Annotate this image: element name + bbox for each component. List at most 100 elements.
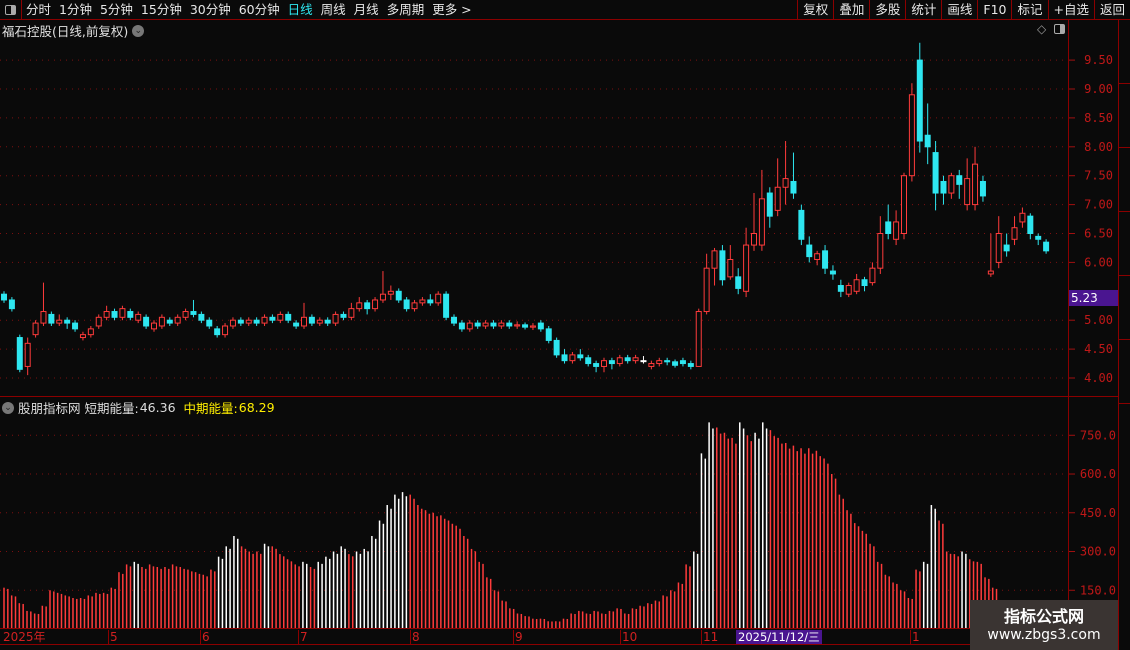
candle-body xyxy=(703,267,710,313)
candle-body xyxy=(766,192,773,217)
candle-body xyxy=(569,354,576,362)
candle-body xyxy=(48,313,55,324)
candle-body xyxy=(364,302,371,310)
axis-divider xyxy=(1068,20,1069,645)
candle-body xyxy=(466,322,473,330)
candle-body xyxy=(482,322,489,327)
price-axis-label: 6.00 xyxy=(1084,255,1113,269)
candle-body xyxy=(498,322,505,327)
candle-body xyxy=(419,299,426,304)
candle-body xyxy=(1,293,7,301)
cursor-date-label: 2025/11/12/三 xyxy=(736,630,822,644)
candle-body xyxy=(845,285,852,295)
candle-body xyxy=(987,270,994,275)
candle-body xyxy=(253,319,260,324)
indicator-axis-label: 450.0 xyxy=(1080,506,1116,520)
candle-body xyxy=(893,221,900,240)
candle-body xyxy=(8,299,15,310)
candle-body xyxy=(174,316,181,324)
candle-body xyxy=(585,357,592,365)
right-sidebar[interactable] xyxy=(1119,20,1130,650)
candle-body xyxy=(853,279,860,292)
candle-body xyxy=(679,360,686,365)
price-axis-label: 8.00 xyxy=(1084,140,1113,154)
mid-energy-label: 中期能量: xyxy=(183,401,238,416)
candle-body xyxy=(95,316,102,327)
indicator-axis-label: 750.0 xyxy=(1080,428,1116,442)
candle-body xyxy=(1027,215,1034,235)
candle-body xyxy=(727,259,734,278)
candle-body xyxy=(814,253,821,261)
candle-body xyxy=(32,322,39,336)
short-energy-label: 短期能量: xyxy=(84,401,139,416)
candle-body xyxy=(577,354,584,359)
candle-body xyxy=(869,267,876,284)
candle-body xyxy=(656,360,663,365)
candle-body xyxy=(782,178,789,188)
price-axis-label: 7.00 xyxy=(1084,198,1113,212)
time-label: 11 xyxy=(701,630,719,644)
watermark: 指标公式网 www.zbgs3.com xyxy=(970,600,1118,650)
candle-body xyxy=(16,337,23,370)
candle-body xyxy=(537,322,544,330)
candle-body xyxy=(735,276,742,289)
candle-body xyxy=(229,319,236,327)
candle-body xyxy=(1043,241,1050,252)
price-axis-label: 6.50 xyxy=(1084,227,1113,241)
time-label: 1 xyxy=(910,630,920,644)
indicator-axis-label: 600.0 xyxy=(1080,467,1116,481)
candle-body xyxy=(443,293,450,318)
candle-body xyxy=(127,311,134,318)
short-energy-value: 46.36 xyxy=(139,400,176,415)
candle-body xyxy=(411,302,418,310)
candle-body xyxy=(798,209,805,240)
candle-body xyxy=(758,198,765,246)
candle-body xyxy=(340,313,347,318)
chevron-down-icon[interactable]: ⌄ xyxy=(2,401,14,414)
price-axis-label: 5.00 xyxy=(1084,313,1113,327)
candle-body xyxy=(135,313,142,321)
candle-body xyxy=(64,319,71,324)
candle-body xyxy=(1003,244,1010,252)
price-axis-label: 4.50 xyxy=(1084,342,1113,356)
candle-body xyxy=(522,324,529,328)
candle-body xyxy=(822,250,829,269)
kline-chart[interactable]: 9.50 9.00 8.50 8.00 7.50 7.00 6.50 6.00 5.00 4.50… xyxy=(0,0,1118,628)
candle-body xyxy=(111,311,118,318)
candle-body xyxy=(932,152,939,194)
candle-body xyxy=(545,328,552,341)
panel-divider xyxy=(0,396,1118,397)
candle-body xyxy=(308,316,315,324)
candle-body xyxy=(593,363,600,367)
candle-body xyxy=(885,221,892,235)
time-label: 8 xyxy=(410,630,420,644)
candle-body xyxy=(916,59,923,142)
last-price-label: 5.23 xyxy=(1069,290,1118,306)
candle-body xyxy=(956,175,963,185)
candle-body xyxy=(151,322,157,330)
candle-body xyxy=(261,316,268,324)
candle-body xyxy=(348,308,355,318)
candle-body xyxy=(387,290,394,295)
candle-body xyxy=(285,313,292,321)
time-label: 2025年 xyxy=(3,630,46,644)
candle-body xyxy=(979,180,986,197)
price-axis-label: 8.50 xyxy=(1084,111,1113,125)
candle-body xyxy=(458,322,465,330)
candle-body xyxy=(182,311,189,318)
candle-body xyxy=(166,319,173,324)
indicator-axis-label: 150.0 xyxy=(1080,583,1116,597)
candle-body xyxy=(924,134,931,148)
candle-body xyxy=(72,322,79,330)
indicator-title-row: ⌄ 股朋指标网 短期能量: 46.36 中期能量: 68.29 xyxy=(2,398,275,417)
candle-body xyxy=(640,360,647,363)
time-label: 5 xyxy=(108,630,118,644)
candle-body xyxy=(222,325,229,336)
time-label: 6 xyxy=(200,630,210,644)
candle-body xyxy=(403,299,410,310)
candle-body xyxy=(529,325,536,328)
candle-body xyxy=(790,180,797,194)
candle-body xyxy=(719,250,726,281)
candle-body xyxy=(79,334,86,339)
price-axis-label: 9.50 xyxy=(1084,53,1113,67)
